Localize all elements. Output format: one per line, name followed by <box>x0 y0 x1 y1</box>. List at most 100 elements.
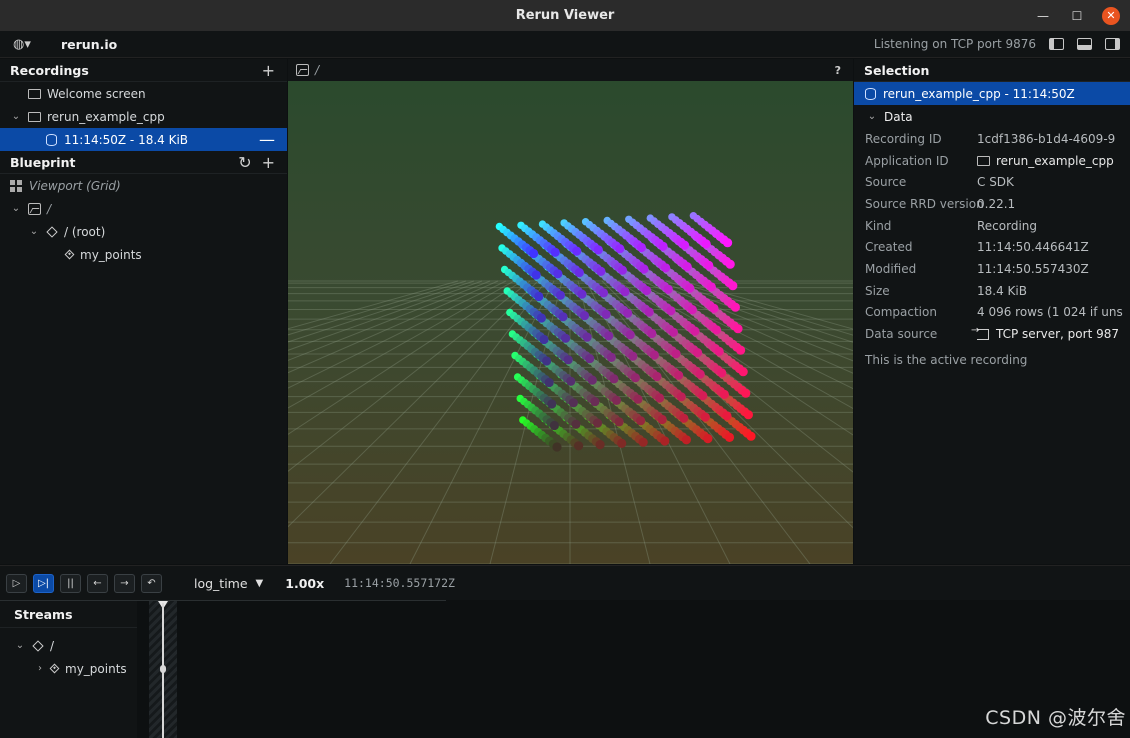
point <box>671 349 681 359</box>
pause-button[interactable]: || <box>60 573 81 593</box>
property-value: 1cdf1386-b1d4-4609-9 <box>977 132 1115 146</box>
property-row: Recording ID 1cdf1386-b1d4-4609-9 <box>854 128 1130 150</box>
point <box>542 356 552 366</box>
point <box>698 391 708 401</box>
selection-properties: Recording ID 1cdf1386-b1d4-4609-9 Applicat… <box>854 128 1130 345</box>
component-icon <box>64 249 75 260</box>
property-key: Compaction <box>865 305 937 320</box>
point <box>649 350 659 360</box>
root-entity-item[interactable]: ⌄ / (root) <box>0 220 287 243</box>
point <box>617 265 627 275</box>
point <box>585 354 595 364</box>
point <box>663 284 673 294</box>
minimize-icon[interactable]: — <box>1034 7 1052 25</box>
chevron-down-icon[interactable]: ⌄ <box>10 111 22 122</box>
point <box>701 239 711 249</box>
timeline-area[interactable] <box>137 601 1130 738</box>
window-titlebar: Rerun Viewer — ☐ ✕ <box>0 0 1130 31</box>
point <box>709 303 719 313</box>
point <box>555 290 565 300</box>
point <box>582 332 592 342</box>
toggle-left-panel-icon[interactable] <box>1049 38 1064 50</box>
point <box>679 413 689 423</box>
close-icon[interactable]: ✕ <box>1102 6 1120 25</box>
data-section-header[interactable]: ⌄ Data <box>854 105 1130 128</box>
point <box>558 312 568 322</box>
chevron-down-icon[interactable]: ⌄ <box>866 111 878 122</box>
reset-blueprint-icon[interactable]: ↻ <box>238 153 251 172</box>
point <box>572 246 582 256</box>
property-value-text: C SDK <box>977 175 1014 190</box>
point <box>617 438 627 448</box>
entity-icon <box>46 225 58 238</box>
point <box>722 411 732 421</box>
panel-toggles <box>1049 38 1120 50</box>
point <box>574 441 584 451</box>
property-key: Application ID <box>865 153 949 168</box>
property-value: 4 096 rows (1 024 if uns <box>977 305 1123 319</box>
point <box>633 394 643 404</box>
point <box>642 285 652 296</box>
step-forward-button[interactable]: → <box>114 573 135 593</box>
point <box>695 369 705 379</box>
toggle-right-panel-icon[interactable] <box>1105 38 1120 50</box>
property-row: Size 18.4 KiB <box>854 280 1130 302</box>
point <box>529 248 539 259</box>
rerun-menu-icon[interactable]: ◍▾ <box>13 37 37 52</box>
point <box>647 328 657 339</box>
app-item[interactable]: ⌄ rerun_example_cpp <box>0 105 287 128</box>
point <box>652 371 662 382</box>
viewport-item[interactable]: Viewport (Grid) <box>0 174 287 197</box>
property-key: Source <box>865 175 907 190</box>
chevron-right-icon[interactable]: › <box>34 663 46 674</box>
3d-view-canvas[interactable] <box>288 81 853 564</box>
help-icon[interactable]: ? <box>835 64 841 77</box>
points-entity-item[interactable]: my_points <box>0 243 287 266</box>
point <box>595 440 605 450</box>
point <box>614 417 624 427</box>
play-button[interactable]: ▷ <box>6 573 27 593</box>
follow-button[interactable]: ▷| <box>33 573 54 593</box>
stream-root-item[interactable]: ⌄ / <box>0 634 137 657</box>
recording-item[interactable]: 11:14:50Z - 18.4 KiB — <box>0 128 287 151</box>
selected-item[interactable]: rerun_example_cpp - 11:14:50Z <box>854 82 1130 105</box>
current-time[interactable]: 11:14:50.557172Z <box>344 576 455 590</box>
point <box>661 263 671 273</box>
grid-icon <box>10 179 23 192</box>
chevron-down-icon[interactable]: ⌄ <box>10 203 22 214</box>
property-row: Source C SDK <box>854 171 1130 193</box>
point <box>666 306 676 316</box>
property-key: Data source <box>865 327 938 342</box>
point <box>658 241 668 251</box>
point <box>692 348 703 358</box>
chevron-down-icon[interactable]: ⌄ <box>28 226 40 237</box>
point <box>700 412 710 422</box>
point <box>657 414 667 425</box>
point <box>674 370 684 380</box>
add-recording-icon[interactable]: + <box>262 61 275 80</box>
point <box>566 376 576 386</box>
add-view-icon[interactable]: + <box>262 153 275 172</box>
property-row: Source RRD version 0.22.1 <box>854 193 1130 215</box>
close-recording-icon[interactable]: — <box>259 130 275 149</box>
space-view-item[interactable]: ⌄ / <box>0 197 287 220</box>
timeline-selector[interactable]: log_time <box>194 576 248 591</box>
point <box>738 367 748 377</box>
view-tab[interactable]: / ? <box>288 59 853 81</box>
chevron-down-icon[interactable]: ⌄ <box>14 640 26 651</box>
stream-points-item[interactable]: › my_points <box>0 657 137 680</box>
maximize-icon[interactable]: ☐ <box>1068 7 1086 25</box>
property-value-text: 11:14:50.557430Z <box>977 261 1089 276</box>
monitor-icon <box>28 88 41 99</box>
step-back-button[interactable]: ← <box>87 573 108 593</box>
point <box>601 309 611 319</box>
welcome-screen-item[interactable]: Welcome screen <box>0 82 287 105</box>
caret-down-icon[interactable]: ▼ <box>256 578 264 589</box>
time-cursor-handle[interactable] <box>159 665 166 673</box>
property-value-text: 1cdf1386-b1d4-4609-9 <box>977 131 1116 146</box>
point <box>598 288 609 298</box>
toggle-bottom-panel-icon[interactable] <box>1077 38 1092 50</box>
playback-speed[interactable]: 1.00x <box>285 576 324 591</box>
point <box>704 260 714 270</box>
loop-button[interactable]: ↶ <box>141 573 162 593</box>
